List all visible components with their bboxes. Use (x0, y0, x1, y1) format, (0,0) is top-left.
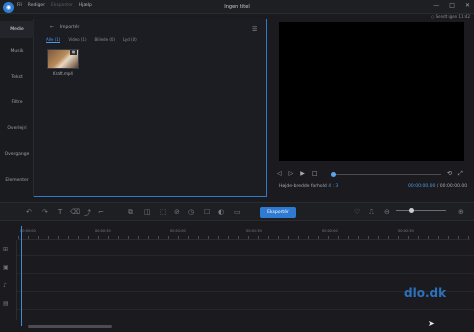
timeline-scrollbar[interactable] (28, 325, 112, 328)
track-settings-icon[interactable]: ⎍ (369, 208, 374, 217)
filter-all[interactable]: Alle (1) (46, 37, 61, 43)
preview-canvas[interactable] (279, 22, 464, 161)
ruler-label: 00:01:00 (170, 229, 186, 233)
nav-elements[interactable]: Elementer (0, 178, 34, 183)
mosaic-icon[interactable]: ◫ (144, 208, 151, 216)
filter-image[interactable]: Billede (0) (95, 37, 115, 43)
snapshot-icon[interactable]: ⟲ (447, 170, 452, 178)
import-label[interactable]: Importér (60, 25, 80, 30)
import-row[interactable]: ← Importér (50, 25, 79, 30)
window-title: Ingen titel (224, 4, 250, 10)
aspect-ratio[interactable]: Højde-bredde forhold 4 : 3 (279, 184, 338, 189)
copy-icon[interactable]: ⧉ (128, 208, 133, 217)
filter-audio[interactable]: Lyd (0) (123, 37, 137, 43)
export-button[interactable]: Eksportér (260, 207, 296, 218)
nav-music[interactable]: Musik (0, 49, 34, 54)
nav-filters[interactable]: Filtre (0, 100, 34, 105)
text-track-icon[interactable]: ▤ (3, 300, 9, 307)
delete-icon[interactable]: ⌫ (70, 208, 80, 216)
preview-extra-controls: ⟲ ⤢ (447, 170, 463, 178)
zoom-slider[interactable] (396, 210, 446, 211)
audio-track-icon[interactable]: ♪ (3, 282, 7, 289)
sync-status[interactable]: ○ Sendt igen 11:42 (431, 14, 470, 19)
ruler-ticks (18, 236, 470, 239)
video-track-icon[interactable]: ⊞ (3, 246, 8, 253)
crop-icon[interactable]: ⌐ (98, 208, 104, 216)
panel-menu-icon[interactable]: ☰ (252, 26, 257, 33)
edit-toolbar: ↶ ↷ T ⌫ ⤴ ⌐ ⧉ ◫ ⬚ ⊘ ◷ ☐ ◐ ▭ Eksportér ♡ … (0, 202, 474, 221)
media-item-label: Kraft.mp4 (53, 71, 73, 76)
zoom-out-icon[interactable]: ⊖ (384, 208, 390, 216)
maximize-icon[interactable]: □ (449, 2, 455, 9)
play-icon[interactable]: ▶ (300, 170, 305, 177)
ruler-label: 00:01:30 (246, 229, 262, 233)
favorite-icon[interactable]: ♡ (354, 208, 360, 216)
speed-icon[interactable]: ⊘ (174, 208, 180, 216)
duration-icon[interactable]: ◷ (188, 208, 194, 216)
freeze-icon[interactable]: ⬚ (160, 208, 167, 216)
title-bar: ◉ Fil Rediger Eksporter Hjælp Ingen tite… (0, 0, 474, 14)
playhead[interactable] (21, 226, 22, 326)
aspect-ratio-value[interactable]: 4 : 3 (328, 184, 338, 189)
track-headers: ⊞ ▣ ♪ ▤ (0, 240, 17, 320)
preview-scrubber[interactable] (331, 174, 441, 175)
nav-text[interactable]: Tekst (0, 75, 34, 80)
zoom-slider-handle[interactable] (409, 208, 414, 213)
left-nav: Medie Musik Tekst Filtre Overlejri Overg… (0, 19, 34, 197)
fullscreen-icon[interactable]: ⤢ (458, 170, 463, 178)
ruler-label: 00:00:30 (95, 229, 111, 233)
window-controls: — □ ✕ (433, 2, 470, 9)
scrubber-handle[interactable] (331, 172, 336, 177)
total-time: 00:00:00.00 (439, 184, 468, 189)
timeline-track[interactable] (17, 242, 474, 256)
ruler-label: 00:00:00 (20, 229, 36, 233)
screen-icon[interactable]: ▭ (234, 208, 241, 216)
text-tool-icon[interactable]: T (58, 208, 62, 216)
prev-frame-icon[interactable]: ◁ (277, 170, 282, 177)
current-time: 00:00:00.00 (408, 184, 436, 189)
close-icon[interactable]: ✕ (465, 2, 470, 9)
ruler-label: 00:02:30 (398, 229, 414, 233)
redo-icon[interactable]: ↷ (42, 208, 48, 216)
video-type-icon: ▦ (70, 50, 77, 55)
media-panel: ← Importér ☰ Alle (1) Video (1) Billede … (34, 19, 267, 197)
media-filter-tabs: Alle (1) Video (1) Billede (0) Lyd (0) (46, 37, 137, 43)
ruler-label: 00:02:00 (322, 229, 338, 233)
timecode: 00:00:00.00 / 00:00:00.00 (408, 184, 467, 189)
timeline-track[interactable] (17, 260, 474, 274)
filter-video[interactable]: Video (1) (68, 37, 86, 43)
mouse-cursor-icon: ➤ (428, 319, 435, 328)
nav-media[interactable]: Medie (0, 21, 34, 38)
zoom-in-icon[interactable]: ⊕ (458, 208, 464, 216)
color-icon[interactable]: ◐ (218, 208, 224, 216)
aspect-ratio-label: Højde-bredde forhold (279, 184, 327, 189)
nav-overlays[interactable]: Overlejri (0, 126, 34, 131)
split-icon[interactable]: ⤴ (84, 208, 91, 218)
nav-transitions[interactable]: Overgange (0, 152, 34, 157)
minimize-icon[interactable]: — (433, 2, 439, 9)
overlay-track-icon[interactable]: ▣ (3, 264, 9, 271)
playback-controls: ◁ ▷ ▶ □ (277, 170, 318, 177)
next-frame-icon[interactable]: ▷ (289, 170, 294, 177)
time-separator: / (436, 184, 439, 189)
undo-icon[interactable]: ↶ (26, 208, 32, 216)
import-arrow-icon[interactable]: ← (50, 25, 54, 30)
watermark-logo: dlo.dk (404, 286, 447, 300)
stop-icon[interactable]: □ (312, 170, 318, 177)
image-icon[interactable]: ☐ (204, 208, 210, 216)
